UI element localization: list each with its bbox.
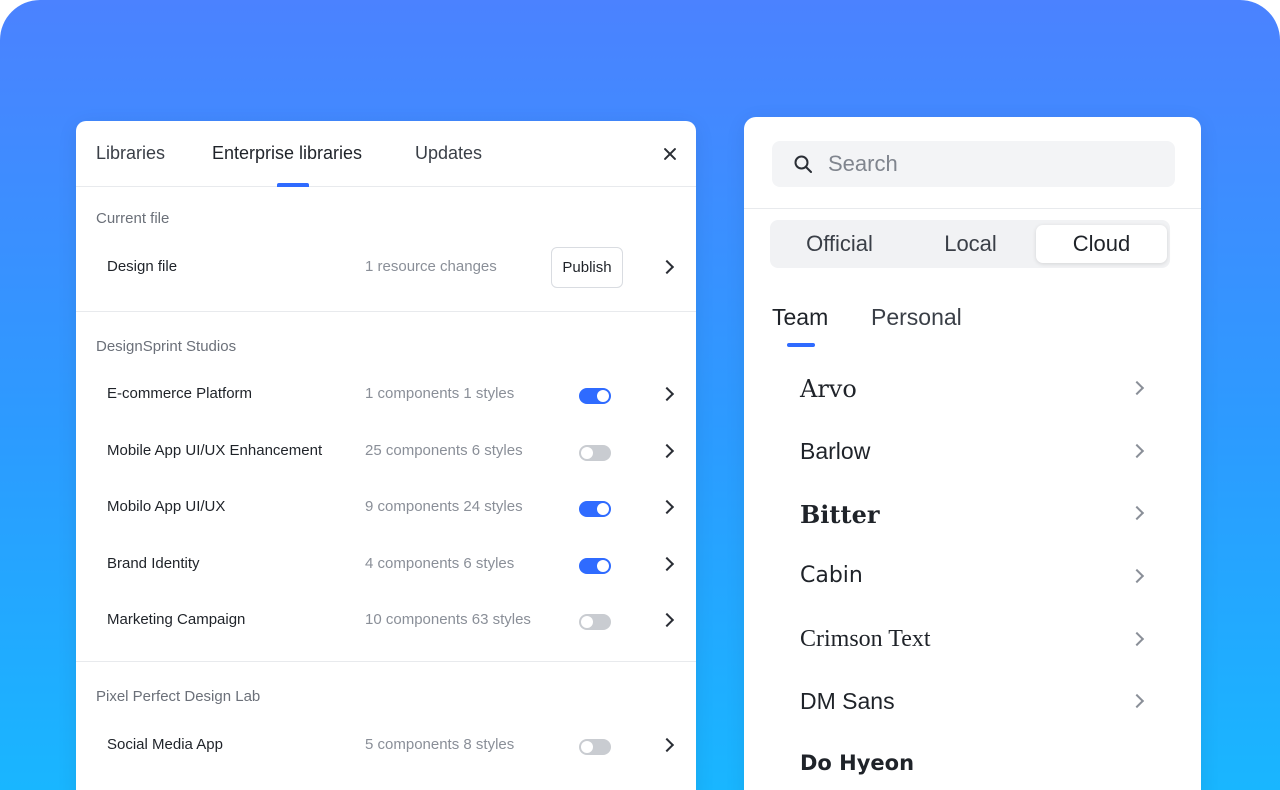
library-row: Social Media App 5 components 8 styles [76, 724, 696, 768]
toggle-knob [581, 447, 593, 459]
divider [744, 208, 1201, 209]
toggle-knob [597, 560, 609, 572]
chevron-right-icon [1129, 568, 1145, 584]
library-toggle[interactable] [579, 739, 611, 755]
library-name: Mobile App UI/UX Enhancement [107, 442, 323, 459]
library-tab-bar: Libraries Enterprise libraries Updates [76, 121, 696, 187]
library-toggle[interactable] [579, 558, 611, 574]
chevron-right-icon [1129, 505, 1145, 521]
font-item-barlow[interactable]: Barlow [744, 426, 1201, 478]
library-panel: Libraries Enterprise libraries Updates C… [76, 121, 696, 790]
tab-personal[interactable]: Personal [871, 304, 962, 331]
font-name: Crimson Text [800, 626, 931, 652]
font-item-do-hyeon[interactable]: Do Hyeon [744, 739, 1201, 790]
divider [76, 661, 696, 662]
font-name: Bitter [800, 500, 880, 529]
segment-cloud[interactable]: Cloud [1036, 225, 1167, 263]
library-row: Marketing Campaign 10 components 63 styl… [76, 599, 696, 643]
library-meta: 1 components 1 styles [365, 385, 515, 402]
library-row: Brand Identity 4 components 6 styles [76, 543, 696, 587]
chevron-right-icon[interactable] [659, 612, 675, 628]
toggle-knob [597, 390, 609, 402]
toggle-knob [581, 741, 593, 753]
chevron-right-icon[interactable] [659, 443, 675, 459]
active-subtab-indicator [787, 343, 815, 347]
library-meta: 10 components 63 styles [365, 611, 531, 628]
font-item-arvo[interactable]: Arvo [744, 363, 1201, 415]
font-name: DM Sans [800, 688, 895, 714]
chevron-right-icon[interactable] [659, 556, 675, 572]
font-panel: Official Local Cloud Team Personal Arvo … [744, 117, 1201, 790]
active-tab-indicator [277, 183, 309, 187]
library-toggle[interactable] [579, 501, 611, 517]
library-toggle[interactable] [579, 614, 611, 630]
chevron-right-icon [1129, 693, 1145, 709]
chevron-right-icon [1129, 631, 1145, 647]
source-segmented-control: Official Local Cloud [770, 220, 1170, 268]
library-name: Marketing Campaign [107, 611, 246, 628]
library-name: E-commerce Platform [107, 385, 253, 402]
font-item-bitter[interactable]: Bitter [744, 488, 1201, 540]
current-file-changes: 1 resource changes [365, 258, 497, 275]
font-name: Arvo [800, 375, 857, 403]
library-name: Brand Identity [107, 555, 200, 572]
chevron-right-icon[interactable] [659, 499, 675, 515]
font-name: Cabin [800, 563, 863, 588]
toggle-knob [581, 616, 593, 628]
chevron-right-icon[interactable] [659, 737, 675, 753]
section-label-current-file: Current file [96, 210, 170, 227]
library-row: Mobile App UI/UX Enhancement 25 componen… [76, 430, 696, 474]
tab-team[interactable]: Team [772, 304, 828, 331]
font-item-crimson-text[interactable]: Crimson Text [744, 614, 1201, 666]
library-toggle[interactable] [579, 445, 611, 461]
library-name: Social Media App [107, 736, 223, 753]
group-label-pixel-perfect: Pixel Perfect Design Lab [96, 688, 261, 705]
divider [76, 311, 696, 312]
library-meta: 5 components 8 styles [365, 736, 515, 753]
tab-updates[interactable]: Updates [415, 143, 482, 164]
font-name: Do Hyeon [800, 751, 915, 775]
font-name: Barlow [800, 438, 871, 464]
current-file-name: Design file [107, 258, 178, 275]
publish-button[interactable]: Publish [551, 247, 623, 288]
tab-libraries[interactable]: Libraries [96, 143, 165, 164]
segment-local[interactable]: Local [905, 225, 1036, 263]
library-toggle[interactable] [579, 388, 611, 404]
close-icon[interactable] [659, 143, 681, 165]
library-name: Mobilo App UI/UX [107, 498, 226, 515]
library-row: E-commerce Platform 1 components 1 style… [76, 373, 696, 417]
toggle-knob [597, 503, 609, 515]
chevron-right-icon[interactable] [659, 259, 675, 275]
group-label-designsprint: DesignSprint Studios [96, 338, 237, 355]
library-meta: 4 components 6 styles [365, 555, 515, 572]
chevron-right-icon [1129, 380, 1145, 396]
background-canvas: Libraries Enterprise libraries Updates C… [0, 0, 1280, 790]
library-meta: 9 components 24 styles [365, 498, 523, 515]
chevron-right-icon [1129, 443, 1145, 459]
search-icon [794, 155, 812, 173]
tab-enterprise-libraries[interactable]: Enterprise libraries [212, 143, 362, 164]
library-row: Mobilo App UI/UX 9 components 24 styles [76, 486, 696, 530]
chevron-right-icon[interactable] [659, 386, 675, 402]
font-item-dm-sans[interactable]: DM Sans [744, 676, 1201, 728]
search-input[interactable] [828, 149, 1158, 179]
font-item-cabin[interactable]: Cabin [744, 551, 1201, 603]
segment-official[interactable]: Official [774, 225, 905, 263]
current-file-row: Design file 1 resource changes Publish [76, 246, 696, 290]
search-box [772, 141, 1175, 187]
library-meta: 25 components 6 styles [365, 442, 523, 459]
